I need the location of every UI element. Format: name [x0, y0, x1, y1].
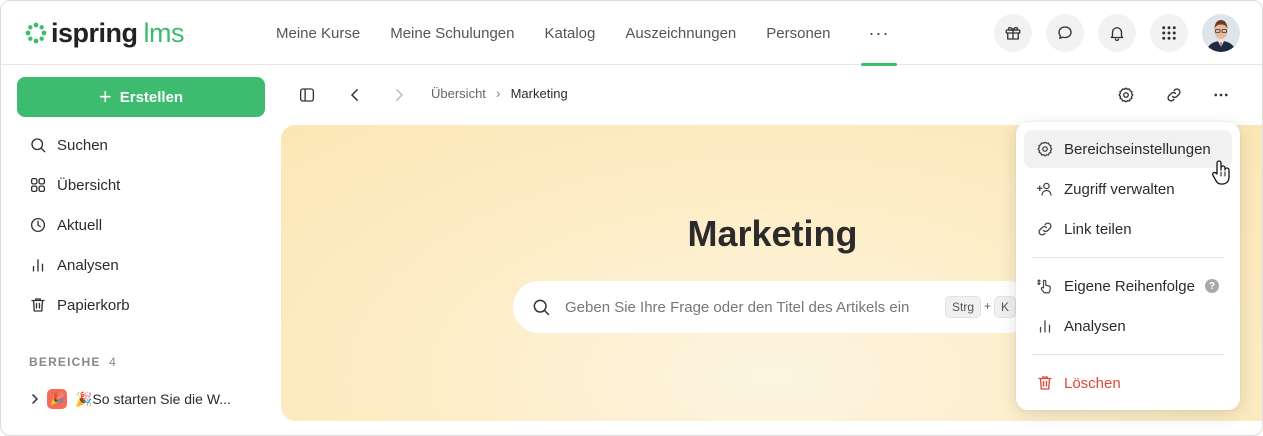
link-icon	[1038, 222, 1052, 236]
chevron-right-icon[interactable]	[29, 393, 41, 405]
drag-hand-icon	[1037, 279, 1051, 294]
shortcut-key-k: K	[994, 296, 1017, 318]
chat-icon	[1058, 26, 1072, 39]
gear-icon	[1037, 141, 1053, 157]
nav-item-katalog[interactable]: Katalog	[544, 1, 595, 65]
section-title: BEREICHE	[29, 355, 101, 369]
app-window: ispring lms Meine Kurse Meine Schulungen…	[0, 0, 1263, 436]
search-placeholder: Geben Sie Ihre Frage oder den Titel des …	[565, 298, 910, 316]
search-icon	[533, 299, 550, 316]
chevron-right-icon	[396, 89, 404, 101]
trash-icon	[1038, 376, 1052, 390]
bar-chart-icon	[32, 259, 44, 272]
menu-item-label: Analysen	[1064, 317, 1126, 335]
menu-item-label: Link teilen	[1064, 220, 1132, 238]
menu-item-label: Zugriff verwalten	[1064, 180, 1175, 198]
brand-name: ispring	[51, 17, 138, 48]
create-button[interactable]: + Erstellen	[17, 77, 265, 117]
sidebar-toggle-icon	[299, 88, 315, 102]
menu-item-zugriff-verwalten[interactable]: Zugriff verwalten	[1024, 170, 1232, 208]
forward-button[interactable]	[387, 83, 411, 107]
back-button[interactable]	[343, 83, 367, 107]
chat-button[interactable]	[1046, 14, 1084, 52]
sidebar-item-aktuell[interactable]: Aktuell	[29, 213, 102, 237]
add-user-icon	[1036, 182, 1052, 196]
notifications-button[interactable]	[1098, 14, 1136, 52]
sidebar: + Erstellen Suchen Übersicht Aktuell Ana…	[1, 65, 281, 435]
link-icon	[1167, 88, 1181, 102]
gift-icon	[1005, 26, 1021, 40]
article-search-input[interactable]: Geben Sie Ihre Frage oder den Titel des …	[513, 281, 1033, 333]
ispring-logo-icon	[25, 22, 47, 44]
top-actions	[980, 14, 1240, 52]
brand-product: lms	[143, 17, 185, 48]
bell-icon	[1110, 27, 1124, 42]
user-avatar-image	[1202, 14, 1240, 52]
sidebar-item-label: Papierkorb	[57, 296, 130, 314]
settings-button[interactable]	[1114, 83, 1138, 107]
toggle-sidebar-button[interactable]	[295, 83, 319, 107]
sidebar-item-uebersicht[interactable]: Übersicht	[29, 173, 120, 197]
tree-item-label: 🎉So starten Sie die W...	[75, 390, 231, 407]
sidebar-item-suchen[interactable]: Suchen	[29, 133, 108, 157]
menu-item-analysen[interactable]: Analysen	[1024, 307, 1232, 345]
create-button-label: Erstellen	[119, 88, 184, 106]
menu-item-label: Löschen	[1064, 374, 1121, 392]
shortcut-plus: +	[984, 299, 992, 313]
menu-divider	[1032, 354, 1224, 355]
space-options-menu: Bereichseinstellungen Zugriff verwalten …	[1016, 122, 1240, 410]
breadcrumb-item-current: Marketing	[510, 85, 568, 101]
help-icon[interactable]: ?	[1204, 279, 1219, 293]
gift-button[interactable]	[994, 14, 1032, 52]
section-count: 4	[109, 355, 118, 369]
breadcrumb-item-uebersicht[interactable]: Übersicht	[431, 86, 486, 101]
nav-item-meine-schulungen[interactable]: Meine Schulungen	[390, 1, 514, 65]
grid-icon	[30, 177, 46, 193]
menu-item-bereichseinstellungen[interactable]: Bereichseinstellungen	[1024, 130, 1232, 168]
sidebar-item-label: Übersicht	[57, 176, 121, 194]
section-header-bereiche: BEREICHE 4	[29, 355, 117, 369]
search-icon	[31, 138, 46, 153]
logo[interactable]: ispring lms	[25, 17, 185, 48]
sidebar-item-analysen[interactable]: Analysen	[29, 253, 119, 277]
tree-item-so-starten[interactable]: 🎉 🎉So starten Sie die W...	[29, 387, 231, 411]
menu-item-label: Eigene Reihenfolge	[1064, 277, 1195, 295]
apps-grid-icon	[1162, 26, 1176, 40]
user-avatar[interactable]	[1202, 14, 1240, 52]
space-emoji-icon: 🎉	[47, 389, 67, 409]
sidebar-item-label: Aktuell	[57, 216, 103, 234]
more-horizontal-icon	[1214, 93, 1228, 97]
menu-item-eigene-reihenfolge[interactable]: Eigene Reihenfolge ?	[1024, 267, 1232, 305]
breadcrumb-separator-icon: ›	[495, 85, 501, 101]
menu-item-link-teilen[interactable]: Link teilen	[1024, 210, 1232, 248]
chevron-left-icon	[350, 89, 358, 101]
gear-icon	[1118, 87, 1134, 103]
sidebar-item-label: Suchen	[57, 136, 108, 154]
main-nav: Meine Kurse Meine Schulungen Katalog Aus…	[261, 1, 912, 66]
copy-link-button[interactable]	[1162, 83, 1186, 107]
shortcut-key-strg: Strg	[945, 296, 982, 318]
nav-item-meine-kurse[interactable]: Meine Kurse	[276, 1, 360, 65]
menu-divider	[1032, 257, 1224, 258]
sidebar-item-label: Analysen	[57, 256, 119, 274]
sidebar-item-papierkorb[interactable]: Papierkorb	[29, 293, 130, 317]
nav-more-button[interactable]: ···	[860, 1, 898, 66]
bar-chart-icon	[1039, 320, 1051, 333]
nav-item-auszeichnungen[interactable]: Auszeichnungen	[625, 1, 736, 65]
apps-button[interactable]	[1150, 14, 1188, 52]
more-options-button[interactable]	[1209, 83, 1233, 107]
hand-cursor-icon	[1211, 160, 1230, 185]
nav-item-personen[interactable]: Personen	[766, 1, 830, 65]
menu-item-label: Bereichseinstellungen	[1064, 140, 1211, 158]
menu-item-loeschen[interactable]: Löschen	[1024, 364, 1232, 402]
trash-icon	[31, 298, 45, 312]
top-bar: ispring lms Meine Kurse Meine Schulungen…	[1, 1, 1262, 66]
breadcrumb: Übersicht › Marketing	[431, 85, 568, 101]
plus-icon: +	[98, 84, 112, 109]
clock-icon	[30, 217, 46, 233]
